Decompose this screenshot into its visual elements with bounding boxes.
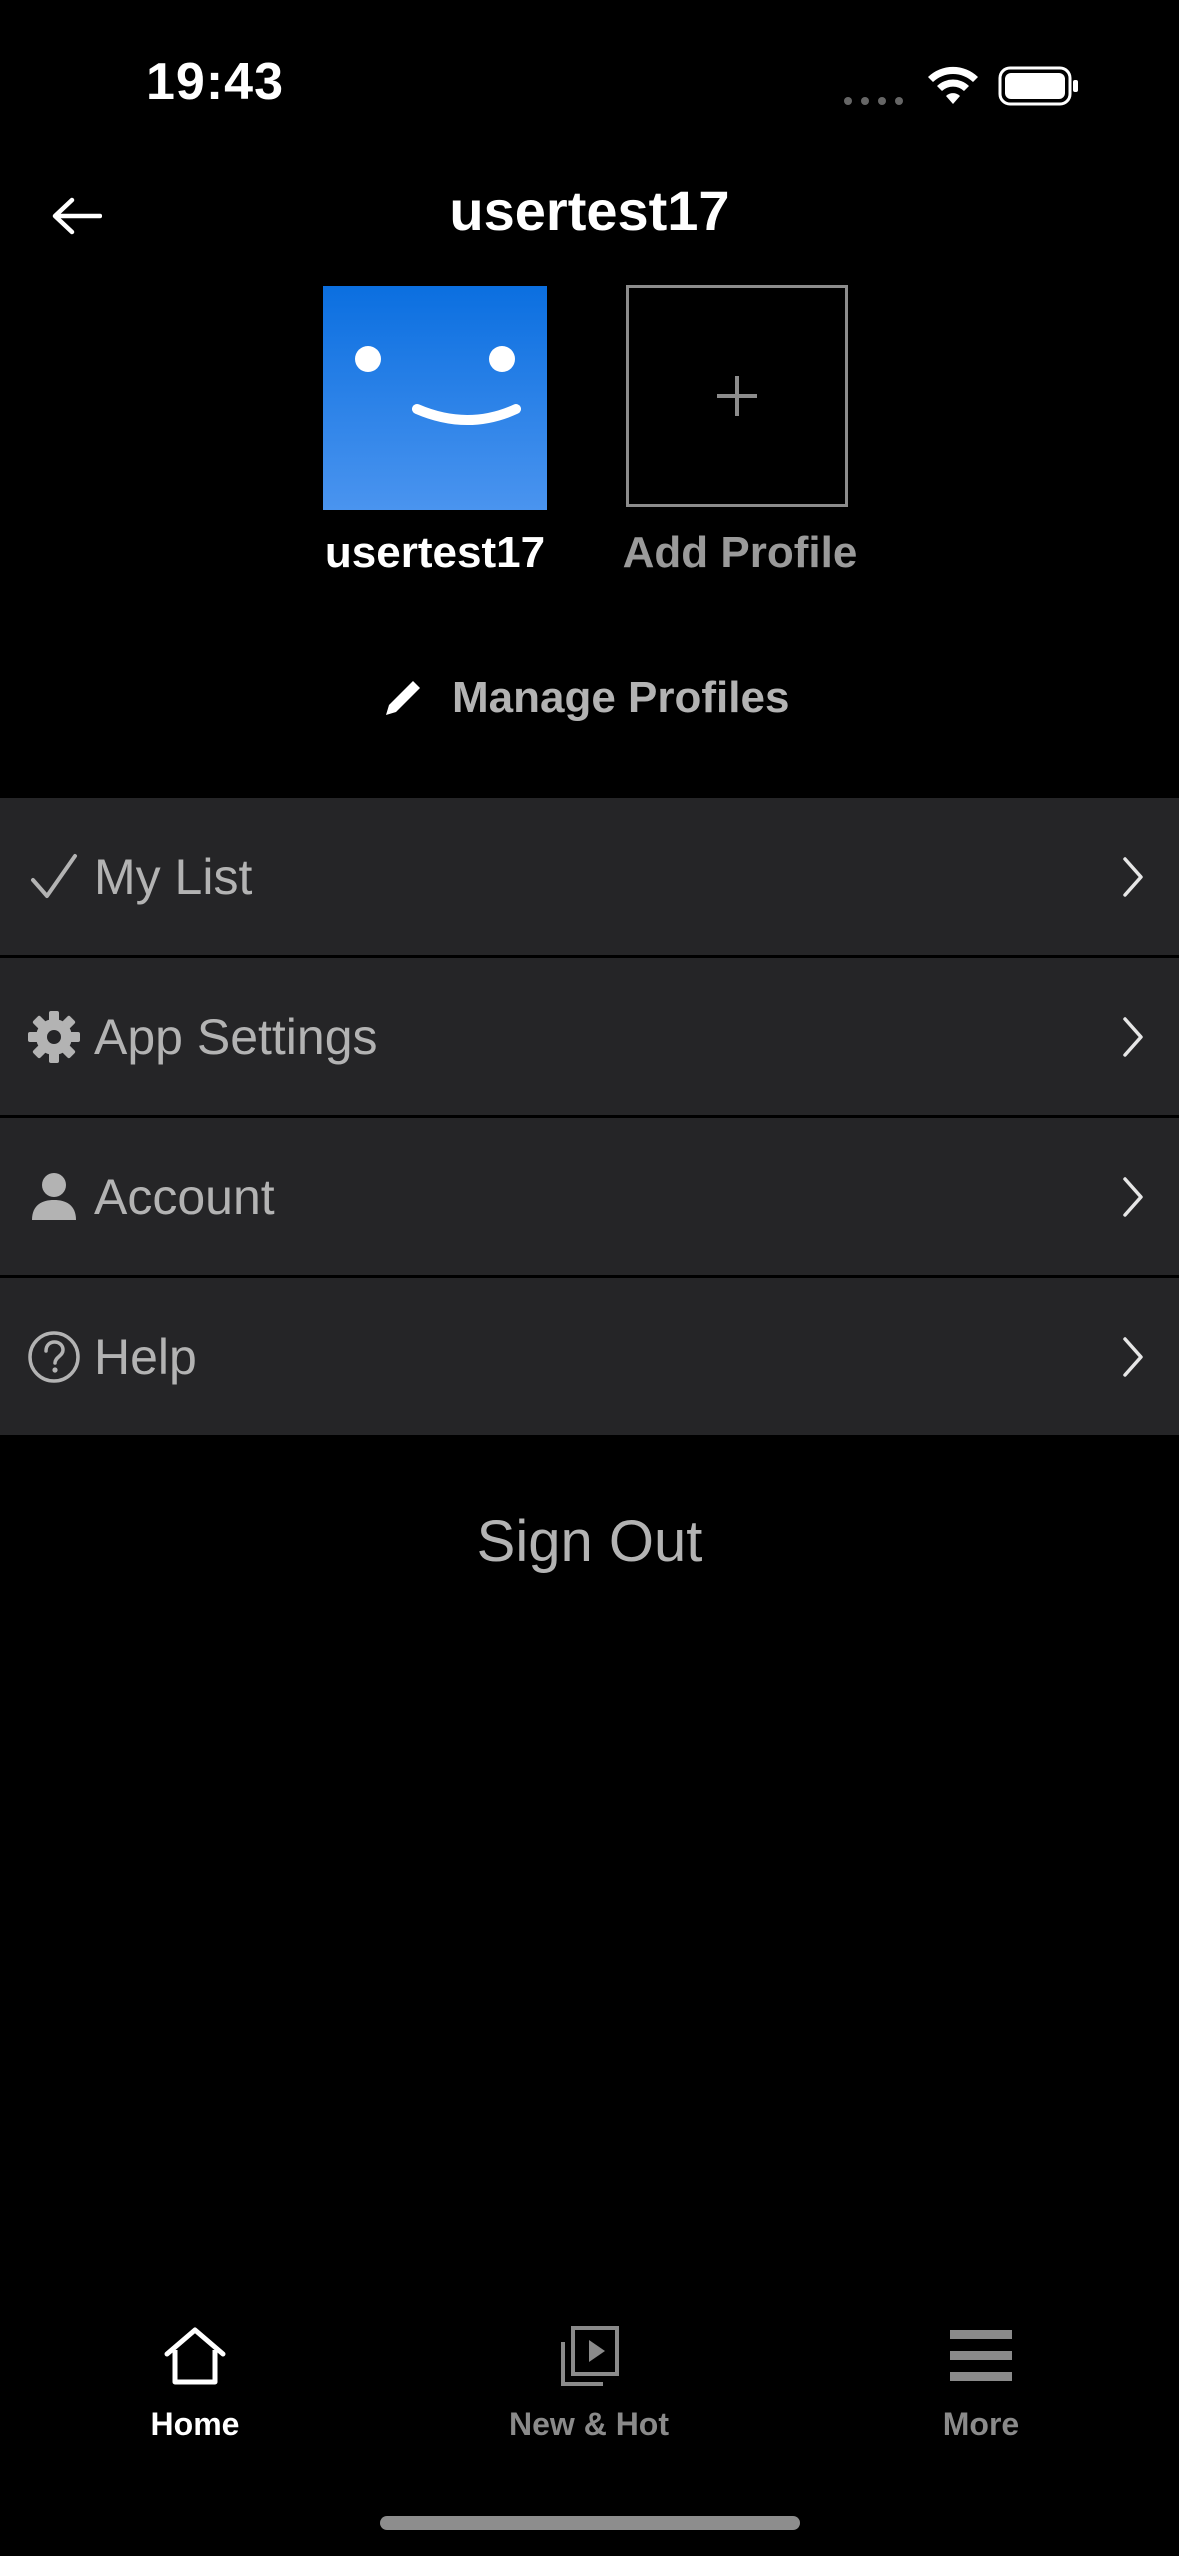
profile-name[interactable]: usertest17: [300, 528, 570, 578]
gear-icon: [24, 1007, 84, 1067]
cellular-signal-icon: [844, 97, 903, 105]
wifi-icon: [928, 66, 978, 104]
pencil-icon: [386, 681, 420, 715]
person-icon: [24, 1167, 84, 1227]
checkmark-icon: [24, 847, 84, 907]
hamburger-icon: [945, 2320, 1017, 2392]
tab-new-and-hot[interactable]: New & Hot: [469, 2320, 709, 2470]
question-circle-icon: [24, 1327, 84, 1387]
chevron-right-icon: [1123, 1016, 1143, 1057]
menu-item-label: Account: [94, 1168, 275, 1225]
manage-profiles-button[interactable]: Manage Profiles: [380, 668, 789, 728]
chevron-right-icon: [1123, 1176, 1143, 1217]
chevron-right-icon: [1123, 856, 1143, 897]
sign-out-button[interactable]: Sign Out: [0, 1508, 1179, 1575]
play-stack-icon: [553, 2320, 625, 2392]
tab-more[interactable]: More: [861, 2320, 1101, 2470]
menu-item-my-list[interactable]: My List: [0, 798, 1179, 958]
settings-menu: My List App Settings Account Help: [0, 798, 1179, 1438]
home-indicator[interactable]: [380, 2516, 800, 2530]
tab-label: New & Hot: [509, 2406, 669, 2442]
battery-icon: [998, 66, 1078, 106]
tab-home[interactable]: Home: [75, 2320, 315, 2470]
plus-icon: [717, 376, 757, 416]
status-time: 19:43: [146, 53, 284, 111]
home-icon: [159, 2320, 231, 2392]
menu-item-app-settings[interactable]: App Settings: [0, 958, 1179, 1118]
tab-label: More: [942, 2406, 1020, 2442]
menu-item-account[interactable]: Account: [0, 1118, 1179, 1278]
menu-item-label: App Settings: [94, 1008, 378, 1065]
menu-item-label: Help: [94, 1328, 197, 1385]
smiley-face-icon: [355, 346, 521, 425]
menu-item-help[interactable]: Help: [0, 1278, 1179, 1438]
page-title: usertest17: [449, 179, 730, 242]
manage-profiles-label: Manage Profiles: [452, 673, 790, 722]
menu-item-label: My List: [94, 848, 253, 905]
profile-avatar[interactable]: [323, 286, 547, 510]
add-profile-label[interactable]: Add Profile: [600, 528, 880, 578]
tab-label: Home: [150, 2406, 240, 2442]
chevron-right-icon: [1123, 1336, 1143, 1377]
add-profile-button[interactable]: [626, 285, 848, 507]
